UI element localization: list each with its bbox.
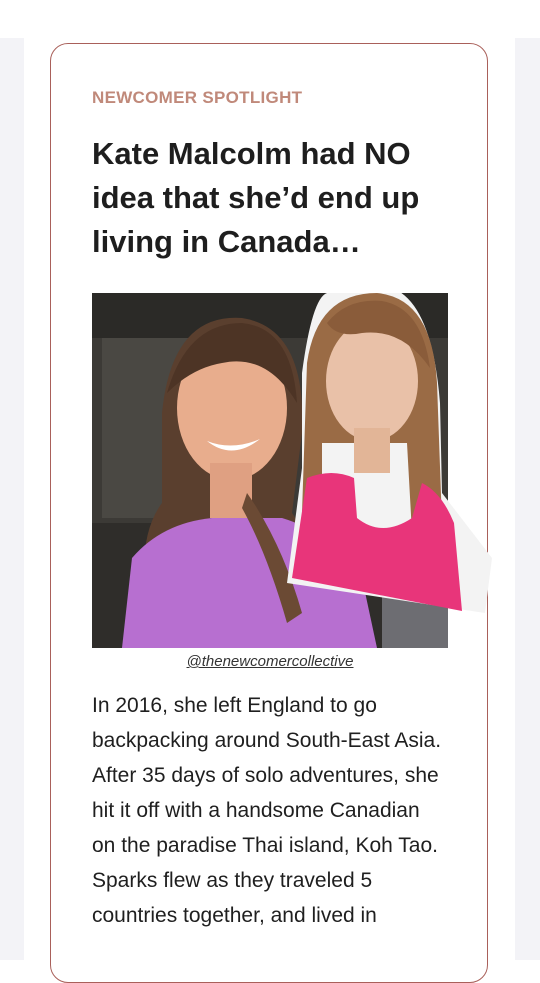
photo-credit-link[interactable]: @thenewcomercollective <box>92 653 448 670</box>
category-label: NEWCOMER SPOTLIGHT <box>92 88 303 107</box>
article-headline: Kate Malcolm had NO idea that she’d end … <box>92 136 420 259</box>
article-body: In 2016, she left England to go backpack… <box>92 694 442 927</box>
right-background-strip <box>515 38 540 960</box>
article-photo <box>92 293 492 648</box>
left-background-strip <box>0 38 24 960</box>
right-person-figure <box>287 293 492 613</box>
